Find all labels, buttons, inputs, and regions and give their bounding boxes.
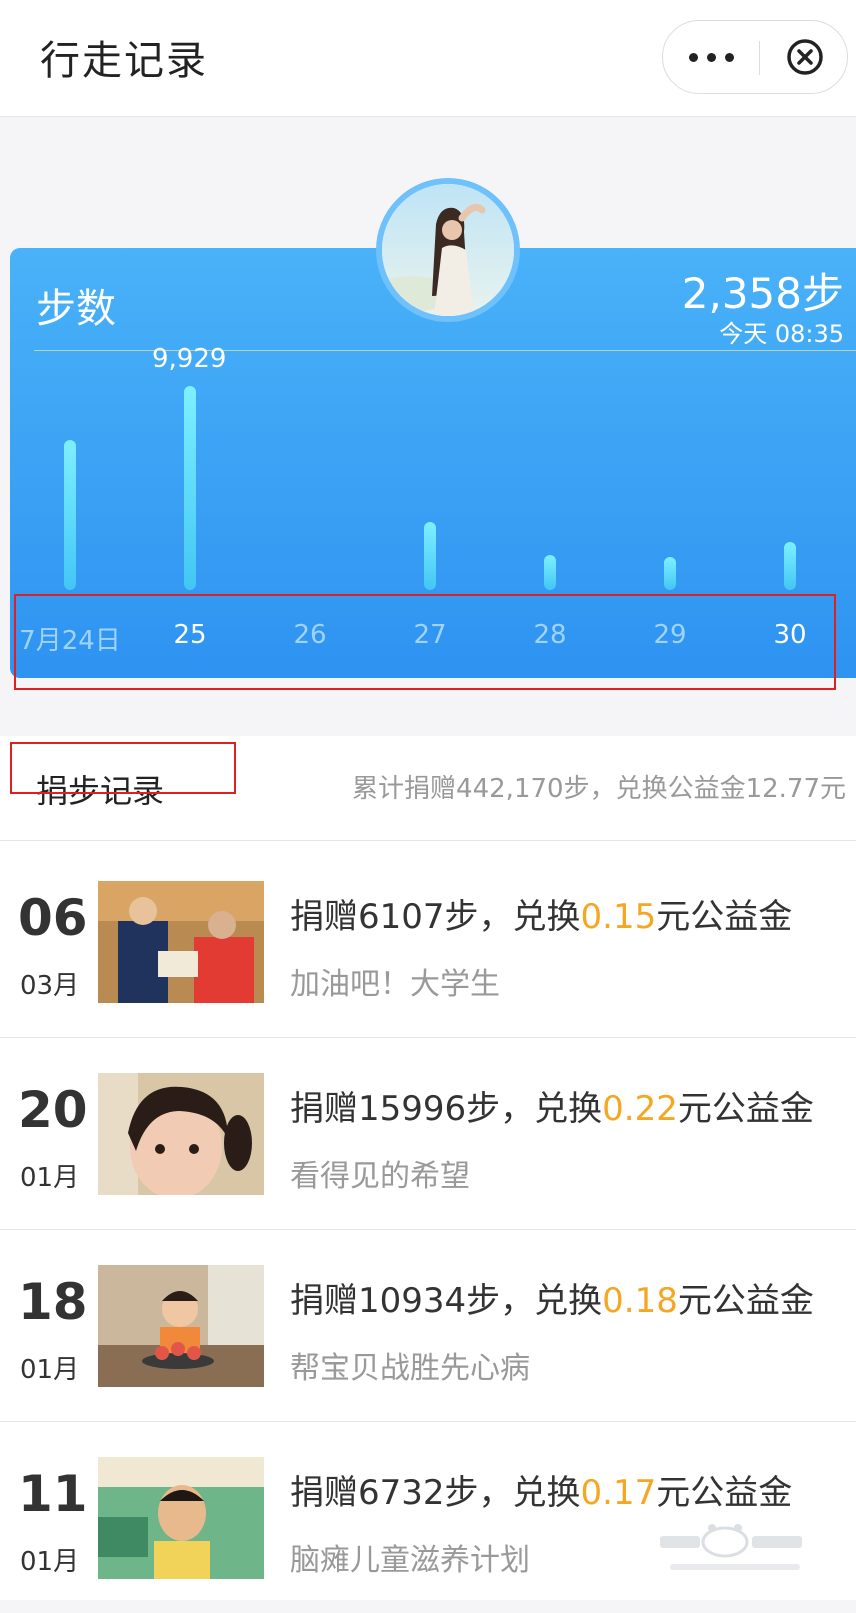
avatar[interactable]: [376, 178, 520, 322]
project-thumbnail: [98, 1265, 264, 1387]
record-row[interactable]: 20 01月 捐赠15996步，兑换0.22元公益金 看得见的希望: [0, 1033, 856, 1230]
chart-bar[interactable]: [664, 557, 676, 590]
record-main-text: 捐赠6732步，兑换0.17元公益金: [290, 1465, 792, 1514]
record-project: 加油吧！大学生: [290, 967, 500, 1002]
chart-bar[interactable]: [544, 555, 556, 590]
annotation-box-dates: [14, 594, 836, 690]
record-prefix: 捐赠6107步，兑换: [290, 897, 581, 937]
record-day: 06: [18, 889, 88, 947]
baidu-watermark-logo: [660, 1524, 802, 1570]
chart-peak-label: 9,929: [152, 344, 227, 374]
record-amount: 0.22: [602, 1089, 678, 1129]
project-thumbnail: [98, 881, 264, 1003]
record-prefix: 捐赠10934步，兑换: [290, 1281, 603, 1321]
project-thumbnail: [98, 1457, 264, 1579]
chart-bar[interactable]: [424, 522, 436, 590]
record-month: 01月: [20, 1547, 80, 1577]
records-summary: 累计捐赠442,170步，兑换公益金12.77元: [352, 774, 846, 804]
record-amount: 0.17: [580, 1473, 657, 1513]
today-time: 今天 08:35: [719, 320, 844, 348]
chart-bar[interactable]: [784, 542, 796, 590]
close-circle-icon[interactable]: [785, 37, 825, 77]
record-month: 03月: [20, 971, 80, 1001]
chart-bar[interactable]: [64, 440, 76, 590]
page-title: 行走记录: [40, 38, 208, 84]
record-month: 01月: [20, 1163, 80, 1193]
record-project: 帮宝贝战胜先心病: [290, 1351, 530, 1386]
capsule-divider: [759, 41, 760, 75]
record-suffix: 元公益金: [656, 897, 793, 937]
chart-bar[interactable]: [184, 386, 196, 590]
donation-records: 捐步记录 累计捐赠442,170步，兑换公益金12.77元 06 03月 捐赠6…: [0, 736, 856, 1600]
record-suffix: 元公益金: [677, 1089, 814, 1129]
mini-program-capsule: [662, 20, 848, 94]
steps-label: 步数: [36, 286, 116, 332]
more-dots-icon[interactable]: [663, 21, 759, 93]
record-day: 18: [18, 1273, 88, 1331]
record-month: 01月: [20, 1355, 80, 1385]
record-main-text: 捐赠6107步，兑换0.15元公益金: [290, 889, 792, 938]
record-main-text: 捐赠10934步，兑换0.18元公益金: [290, 1273, 814, 1322]
project-thumbnail: [98, 1073, 264, 1195]
record-prefix: 捐赠6732步，兑换: [290, 1473, 581, 1513]
record-row[interactable]: 11 01月 捐赠6732步，兑换0.17元公益金 脑瘫儿童滋养计划: [0, 1417, 856, 1613]
record-project: 脑瘫儿童滋养计划: [290, 1543, 530, 1578]
record-row[interactable]: 06 03月 捐赠6107步，兑换0.15元公益金 加油吧！大学生: [0, 841, 856, 1038]
record-suffix: 元公益金: [656, 1473, 793, 1513]
record-amount: 0.15: [580, 897, 657, 937]
record-day: 11: [18, 1465, 88, 1523]
annotation-box-title: [10, 742, 236, 794]
record-project: 看得见的希望: [290, 1159, 470, 1194]
record-suffix: 元公益金: [677, 1281, 814, 1321]
record-row[interactable]: 18 01月 捐赠10934步，兑换0.18元公益金 帮宝贝战胜先心病: [0, 1225, 856, 1422]
title-bar: 行走记录: [0, 0, 856, 117]
record-day: 20: [18, 1081, 88, 1139]
record-prefix: 捐赠15996步，兑换: [290, 1089, 603, 1129]
record-main-text: 捐赠15996步，兑换0.22元公益金: [290, 1081, 814, 1130]
today-steps: 2,358步: [681, 269, 844, 318]
record-amount: 0.18: [602, 1281, 678, 1321]
